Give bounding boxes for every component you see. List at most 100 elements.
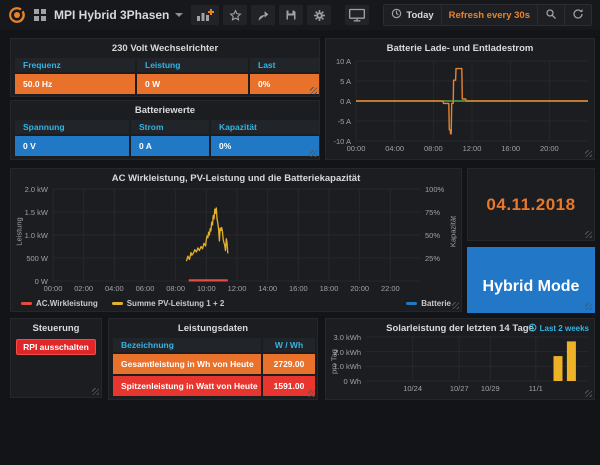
column-header[interactable]: Kapazität	[211, 120, 319, 134]
settings-button[interactable]	[307, 5, 331, 25]
resize-handle[interactable]	[310, 87, 317, 94]
axis-tick-label: 25%	[425, 254, 449, 263]
axis-tick-label: 2.0 kW	[11, 185, 48, 194]
panel-title[interactable]: Batteriewerte	[11, 105, 319, 117]
axis-tick-label: 20:00	[534, 144, 564, 153]
dashboard-title-dropdown[interactable]: MPI Hybrid 3Phasen	[54, 8, 183, 22]
axis-tick-label: 08:00	[418, 144, 448, 153]
legend-label: Summe PV-Leistung 1 + 2	[127, 299, 225, 308]
axis-tick-label: -5 A	[326, 117, 351, 126]
column-header[interactable]: W / Wh	[263, 338, 315, 352]
legend-item-ac-wirkleistung[interactable]: AC.Wirkleistung	[21, 299, 98, 308]
value-cell-kapazitaet: 0%	[211, 136, 319, 156]
save-button[interactable]	[279, 5, 303, 25]
solar-chart[interactable]: 3.0 kWh2.0 kWh1.0 kWh0 Wh10/2410/2710/29…	[326, 333, 594, 399]
time-range-button[interactable]: Today	[384, 5, 440, 25]
axis-tick-label: 06:00	[130, 284, 160, 293]
resize-handle[interactable]	[585, 231, 592, 238]
legend-label: AC.Wirkleistung	[36, 299, 98, 308]
column-header[interactable]: Strom	[131, 120, 209, 134]
column-header[interactable]: Bezeichnung	[113, 338, 261, 352]
search-icon	[545, 8, 557, 23]
axis-tick-label: 16:00	[283, 284, 313, 293]
axis-tick-label: 22:00	[375, 284, 405, 293]
chevron-down-icon	[175, 13, 183, 17]
axis-tick-label: 50%	[425, 231, 449, 240]
panel-title[interactable]: 230 Volt Wechselrichter	[11, 43, 319, 55]
refresh-button[interactable]	[565, 5, 591, 25]
dashboard-title: MPI Hybrid 3Phasen	[54, 8, 169, 22]
axis-tick-label: 08:00	[161, 284, 191, 293]
zoom-out-button[interactable]	[538, 5, 564, 25]
legend-label: Batterie	[421, 299, 451, 308]
time-controls: Today Refresh every 30s	[383, 4, 592, 26]
panel-datum: 04.11.2018	[467, 168, 595, 241]
axis-tick-label: 18:00	[314, 284, 344, 293]
navbar: MPI Hybrid 3Phasen	[0, 0, 600, 30]
panel-title[interactable]: Steuerung	[11, 323, 101, 335]
axis-tick-label: 10 A	[326, 57, 351, 66]
axis-tick-label: 04:00	[99, 284, 129, 293]
refresh-interval-label: Refresh every 30s	[449, 10, 530, 21]
inverter-table: Frequenz Leistung Last 50.0 Hz 0 W 0%	[15, 58, 315, 94]
clock-icon	[391, 8, 402, 22]
star-button[interactable]	[223, 5, 247, 25]
column-header[interactable]: Last	[250, 58, 319, 72]
legend-swatch	[406, 302, 417, 305]
panel-title[interactable]: Leistungsdaten	[109, 323, 317, 335]
time-range-label: Today	[406, 10, 433, 21]
axis-tick-label: 10/27	[444, 384, 474, 393]
legend-item-pv-leistung[interactable]: Summe PV-Leistung 1 + 2	[112, 299, 225, 308]
leistungsdaten-table: Bezeichnung W / Wh Gesamtleistung in Wh …	[113, 338, 313, 396]
row-label-gesamtleistung: Gesamtleistung in Wh von Heute	[113, 354, 261, 374]
panel-batteriestrom-chart: Batterie Lade- und Entladestrom 10 A5 A0…	[325, 38, 595, 160]
y-axis-label-left: Leistung	[15, 202, 24, 262]
resize-handle[interactable]	[585, 390, 592, 397]
mode-value: Hybrid Mode	[468, 278, 594, 296]
panel-230v-wechselrichter: 230 Volt Wechselrichter Frequenz Leistun…	[10, 38, 320, 97]
legend-item-batterie[interactable]: Batterie	[406, 299, 451, 308]
value-cell-strom: 0 A	[131, 136, 209, 156]
axis-tick-label: 02:00	[69, 284, 99, 293]
resize-handle[interactable]	[585, 150, 592, 157]
panel-ac-pv-chart: AC Wirkleistung, PV-Leistung und die Bat…	[10, 168, 462, 312]
axis-tick-label: 12:00	[222, 284, 252, 293]
axis-tick-label: 16:00	[496, 144, 526, 153]
grafana-dashboard: MPI Hybrid 3Phasen	[0, 0, 600, 465]
axis-tick-label: 00:00	[341, 144, 371, 153]
refresh-interval-button[interactable]: Refresh every 30s	[442, 5, 537, 25]
add-panel-button[interactable]	[191, 5, 219, 25]
ac-pv-chart[interactable]: 2.0 kW1.5 kW1.0 kW500 W0 W100%75%50%25%0…	[11, 183, 461, 297]
battery-table: Spannung Strom Kapazität 0 V 0 A 0%	[15, 120, 315, 156]
resize-handle[interactable]	[452, 302, 459, 309]
grafana-logo-icon[interactable]	[8, 6, 26, 24]
refresh-icon	[572, 8, 584, 23]
resize-handle[interactable]	[585, 303, 592, 310]
panel-steuerung: Steuerung RPI ausschalten	[10, 318, 102, 398]
axis-tick-label: 100%	[425, 185, 449, 194]
panel-batteriewerte: Batteriewerte Spannung Strom Kapazität 0…	[10, 100, 320, 160]
y-axis-label: pro Tag	[330, 339, 339, 385]
column-header[interactable]: Spannung	[15, 120, 129, 134]
date-value: 04.11.2018	[468, 195, 594, 215]
panel-solarleistung-chart: Solarleistung der letzten 14 Tage Last 2…	[325, 318, 595, 400]
axis-tick-label: 5 A	[326, 77, 351, 86]
battery-current-chart[interactable]: 10 A5 A0 A-5 A-10 A00:0004:0008:0012:001…	[326, 53, 594, 159]
resize-handle[interactable]	[310, 150, 317, 157]
legend-swatch	[112, 302, 123, 305]
resize-handle[interactable]	[308, 390, 315, 397]
column-header[interactable]: Leistung	[137, 58, 248, 72]
axis-tick-label: 10/29	[475, 384, 505, 393]
resize-handle[interactable]	[92, 388, 99, 395]
axis-tick-label: 12:00	[457, 144, 487, 153]
axis-tick-label: 11/1	[521, 384, 551, 393]
column-header[interactable]: Frequenz	[15, 58, 135, 72]
axis-tick-label: 00:00	[38, 284, 68, 293]
tv-mode-button[interactable]	[345, 5, 369, 25]
value-cell-spannung: 0 V	[15, 136, 129, 156]
navbar-actions: Today Refresh every 30s	[191, 4, 592, 26]
axis-tick-label: 14:00	[253, 284, 283, 293]
share-button[interactable]	[251, 5, 275, 25]
dashboards-grid-icon[interactable]	[33, 8, 47, 22]
rpi-ausschalten-button[interactable]: RPI ausschalten	[16, 339, 96, 355]
